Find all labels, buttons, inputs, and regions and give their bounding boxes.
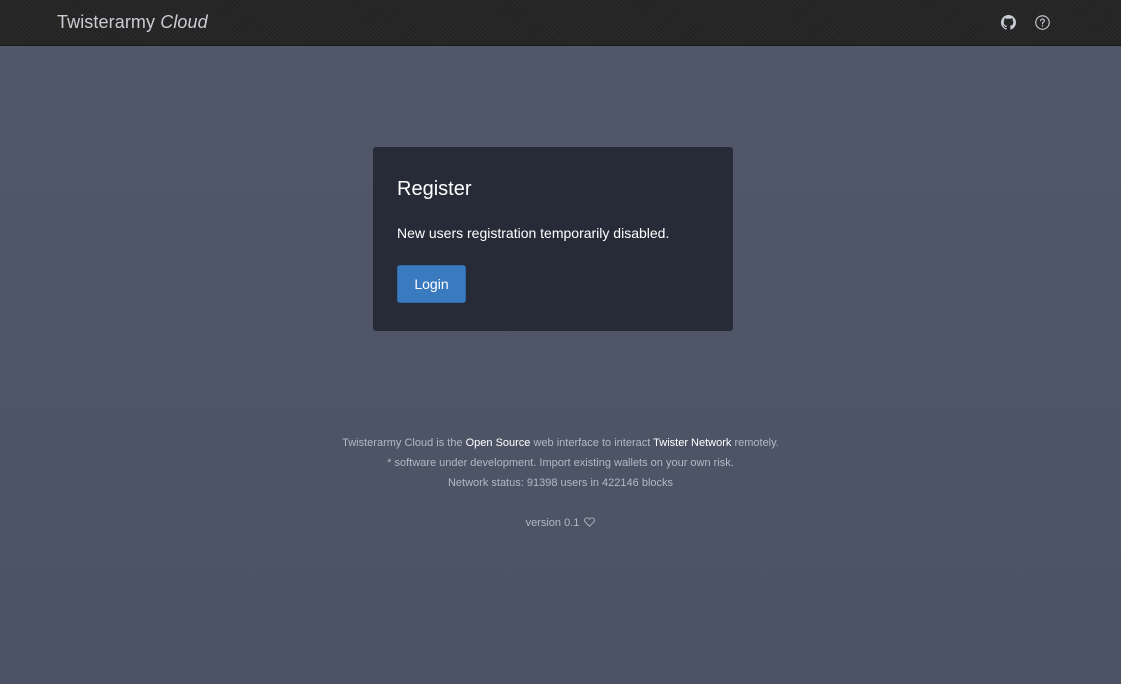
- footer-line-warning: * software under development. Import exi…: [387, 457, 734, 469]
- twister-network-link[interactable]: Twister Network: [653, 437, 731, 449]
- version-text: version 0.1: [525, 517, 580, 529]
- brand-italic: Cloud: [160, 12, 208, 32]
- card-title: Register: [397, 178, 472, 200]
- footer-text-middle: web interface to interact: [530, 437, 654, 449]
- version-info: version 0.1: [0, 513, 1121, 533]
- nav-icons: [1001, 15, 1050, 30]
- footer: Twisterarmy Cloud is the Open Source web…: [0, 433, 1121, 533]
- footer-line-description: Twisterarmy Cloud is the Open Source web…: [0, 433, 1121, 453]
- brand-logo[interactable]: Twisterarmy Cloud: [57, 12, 208, 33]
- registration-disabled-message: New users registration temporarily disab…: [397, 225, 670, 241]
- help-icon[interactable]: [1035, 15, 1050, 30]
- footer-text-suffix: remotely.: [731, 437, 779, 449]
- network-status: Network status: 91398 users in 422146 bl…: [447, 477, 674, 489]
- login-button[interactable]: Login: [397, 265, 466, 303]
- footer-text-prefix: Twisterarmy Cloud is the: [342, 437, 466, 449]
- open-source-link[interactable]: Open Source: [466, 437, 531, 449]
- heart-icon: [584, 517, 596, 527]
- brand-main: Twisterarmy: [57, 12, 156, 32]
- register-card: Register New users registration temporar…: [373, 147, 733, 331]
- github-icon[interactable]: [1001, 15, 1016, 30]
- navbar: Twisterarmy Cloud: [0, 0, 1121, 46]
